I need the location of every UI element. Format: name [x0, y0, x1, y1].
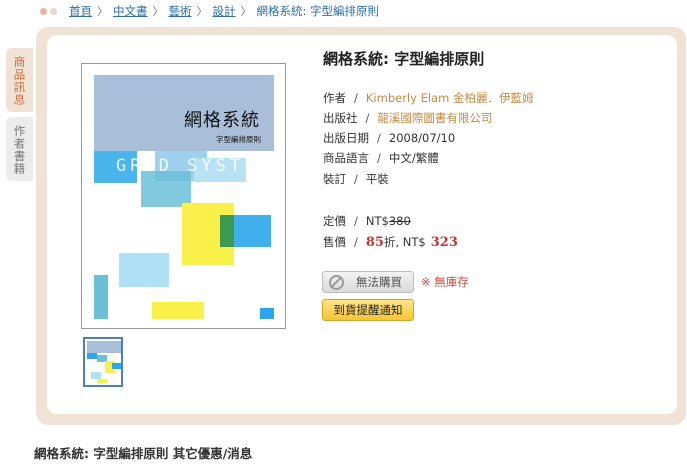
discount-value: 85: [365, 234, 384, 250]
breadcrumb-home[interactable]: 首頁: [69, 3, 92, 19]
cover-block: [141, 171, 191, 207]
slash: /: [377, 151, 381, 165]
breadcrumb-separator: 〉: [196, 5, 208, 18]
sale-price-row: 售價 / 85 折, NT$ 323: [323, 233, 458, 251]
cover-thumbnail[interactable]: [83, 337, 123, 387]
binding-value: 平裝: [365, 172, 389, 186]
binding-label: 裝訂: [323, 172, 346, 186]
breadcrumb-separator: 〉: [240, 5, 252, 18]
dot: [40, 7, 47, 15]
publisher-label: 出版社: [323, 111, 358, 125]
sale-price: 323: [430, 234, 458, 250]
cover-title: 網格系統: [184, 110, 260, 131]
language-label: 商品語言: [323, 151, 369, 165]
discount-suffix: 折, NT$: [383, 235, 426, 249]
cover-subtitle: 字型編排原則: [216, 135, 261, 144]
author-label: 作者: [323, 91, 346, 105]
breadcrumb-design[interactable]: 設計: [213, 3, 236, 19]
publisher-link[interactable]: 龍溪國際圖書有限公司: [377, 110, 492, 126]
publish-date: 2008/07/10: [388, 131, 456, 145]
cover-block: [119, 253, 169, 287]
list-price-currency: NT$: [365, 214, 389, 228]
author-row: 作者 / Kimberly Elam 金柏麗．伊藍姆: [323, 89, 533, 107]
out-of-stock-text: ※ 無庫存: [421, 275, 469, 289]
breadcrumb-current: 網格系統: 字型編排原則: [256, 4, 380, 18]
breadcrumb-dots: [40, 7, 57, 15]
breadcrumb-art[interactable]: 藝術: [169, 3, 192, 19]
cover-block: [94, 275, 108, 319]
breadcrumb-chinese-books[interactable]: 中文書: [113, 3, 148, 19]
book-cover-frame[interactable]: GRID SYSTEM 網格系統 字型編排原則: [81, 63, 286, 329]
cover-block: [152, 302, 204, 319]
book-title: 網格系統: 字型編排原則: [323, 50, 485, 68]
prohibited-icon: [329, 274, 344, 290]
cannot-buy-button[interactable]: 無法購買: [322, 271, 414, 293]
book-cover-image: GRID SYSTEM 網格系統 字型編排原則: [94, 75, 274, 319]
tab-label: 商品訊息: [12, 56, 27, 106]
date-label: 出版日期: [323, 131, 369, 145]
slash: /: [354, 91, 358, 105]
cover-block: [220, 215, 234, 247]
other-offers-heading: 網格系統: 字型編排原則 其它優惠/消息: [34, 446, 253, 461]
sale-price-label: 售價: [323, 235, 346, 249]
thumb-block: [112, 363, 121, 369]
tab-author-books[interactable]: 作者書籍: [6, 117, 33, 181]
list-price-row: 定價 / NT$ 380: [323, 212, 411, 230]
slash: /: [365, 111, 370, 125]
breadcrumb-separator: 〉: [97, 5, 108, 18]
thumb-block: [87, 341, 121, 353]
list-price: 380: [388, 214, 411, 228]
language-row: 商品語言 / 中文/繁體: [323, 149, 439, 167]
list-price-label: 定價: [323, 214, 346, 228]
language-value: 中文/繁體: [388, 151, 439, 165]
dot: [50, 7, 57, 15]
slash: /: [377, 131, 381, 145]
cannot-buy-label: 無法購買: [356, 275, 402, 289]
slash: /: [354, 172, 358, 186]
date-row: 出版日期 / 2008/07/10: [323, 129, 455, 147]
binding-row: 裝訂 / 平裝: [323, 170, 389, 188]
product-page: 首頁 〉 中文書 〉 藝術 〉 設計 〉 網格系統: 字型編排原則 商品訊息 作…: [0, 0, 687, 467]
thumb-block: [91, 372, 101, 379]
tab-product-info[interactable]: 商品訊息: [6, 48, 33, 112]
stock-notify-button[interactable]: 到貨提醒通知: [322, 299, 414, 321]
cover-grid-text: GRID SYSTEM: [116, 156, 273, 176]
author-link[interactable]: Kimberly Elam 金柏麗．伊藍姆: [366, 90, 534, 106]
breadcrumb: 首頁 〉 中文書 〉 藝術 〉 設計 〉 網格系統: 字型編排原則: [40, 3, 379, 19]
publisher-row: 出版社 / 龍溪國際圖書有限公司: [323, 109, 492, 127]
tab-label: 作者書籍: [12, 125, 27, 175]
slash: /: [354, 235, 358, 249]
slash: /: [354, 214, 358, 228]
thumb-block: [87, 353, 97, 359]
cover-block: [260, 308, 274, 319]
thumb-block: [97, 379, 107, 383]
breadcrumb-separator: 〉: [152, 5, 164, 18]
